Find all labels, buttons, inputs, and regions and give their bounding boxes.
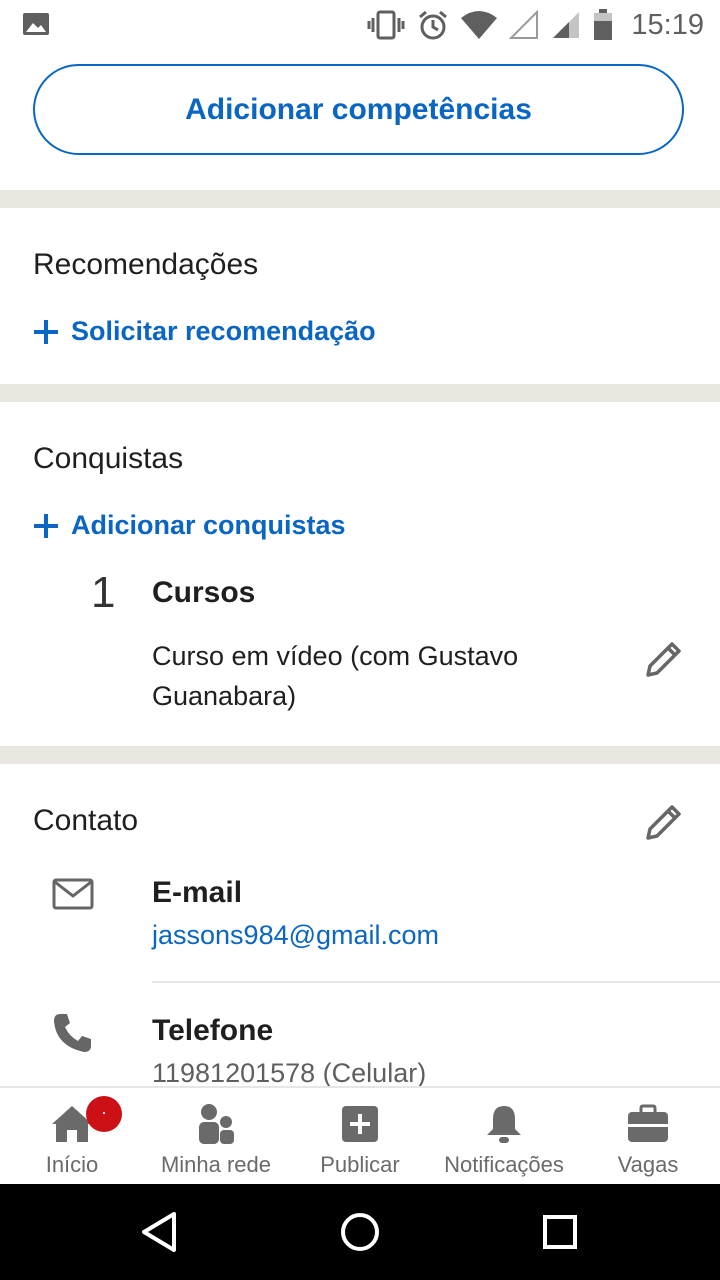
- course-name: Curso em vídeo (com Gustavo Guanabara): [152, 641, 519, 711]
- achievements-title: Conquistas: [33, 442, 184, 475]
- vibrate-icon: [367, 10, 405, 40]
- contact-title: Contato: [33, 804, 139, 837]
- status-bar: 15:19: [0, 0, 720, 50]
- email-icon: [52, 878, 94, 910]
- phone-icon: [54, 1014, 91, 1052]
- recents-square-icon[interactable]: [536, 1208, 584, 1256]
- nav-item-notifications[interactable]: Notificações: [432, 1088, 576, 1184]
- nav-label-jobs: Vagas: [617, 1152, 679, 1177]
- plus-icon: [34, 319, 58, 344]
- add-skills-button[interactable]: Adicionar competências: [33, 64, 684, 155]
- request-recommendation-label: Solicitar recomendação: [71, 316, 376, 346]
- nav-item-home[interactable]: · Início: [0, 1088, 144, 1184]
- recommendations-title: Recomendações: [33, 248, 259, 281]
- nav-item-post[interactable]: Publicar: [288, 1088, 432, 1184]
- plus-icon: [34, 513, 58, 538]
- network-icon: [199, 1104, 234, 1144]
- section-separator: [0, 190, 720, 208]
- nav-label-network: Minha rede: [160, 1152, 272, 1177]
- contact-divider: [152, 981, 720, 983]
- email-value-link[interactable]: jassons984@gmail.com: [152, 920, 439, 951]
- email-label: E-mail: [152, 876, 243, 909]
- briefcase-icon: [628, 1104, 668, 1142]
- nav-label-post: Publicar: [320, 1152, 400, 1177]
- request-recommendation-link[interactable]: Solicitar recomendação: [33, 316, 376, 347]
- nav-label-notifications: Notificações: [444, 1152, 564, 1177]
- signal-empty-icon: [509, 10, 539, 39]
- nav-item-network[interactable]: Minha rede: [144, 1088, 288, 1184]
- add-achievements-label: Adicionar conquistas: [71, 510, 346, 540]
- wifi-icon: [461, 11, 498, 39]
- image-icon: [23, 13, 49, 35]
- courses-category: Cursos: [152, 576, 256, 609]
- bell-icon: [487, 1106, 521, 1143]
- phone-label: Telefone: [152, 1014, 274, 1047]
- section-separator: [0, 384, 720, 402]
- edit-contact-pencil-icon[interactable]: [642, 800, 686, 844]
- signal-icon: [553, 12, 580, 38]
- status-time: 15:19: [631, 8, 704, 41]
- notification-badge: ·: [86, 1096, 122, 1132]
- nav-label-home: Início: [45, 1152, 99, 1177]
- nav-item-jobs[interactable]: Vagas: [576, 1088, 720, 1184]
- system-navigation-bar: [0, 1184, 720, 1280]
- back-icon[interactable]: [136, 1208, 184, 1256]
- phone-value[interactable]: 11981201578 (Celular): [152, 1058, 426, 1089]
- courses-count: 1: [91, 568, 116, 617]
- alarm-icon: [419, 10, 448, 40]
- add-achievements-link[interactable]: Adicionar conquistas: [33, 510, 346, 541]
- section-separator: [0, 746, 720, 764]
- post-icon: [342, 1106, 378, 1142]
- home-circle-icon[interactable]: [336, 1208, 384, 1256]
- battery-icon: [594, 9, 613, 40]
- edit-course-pencil-icon[interactable]: [642, 637, 686, 681]
- bottom-navigation: · Início Minha rede Publicar Notificaçõe…: [0, 1086, 720, 1186]
